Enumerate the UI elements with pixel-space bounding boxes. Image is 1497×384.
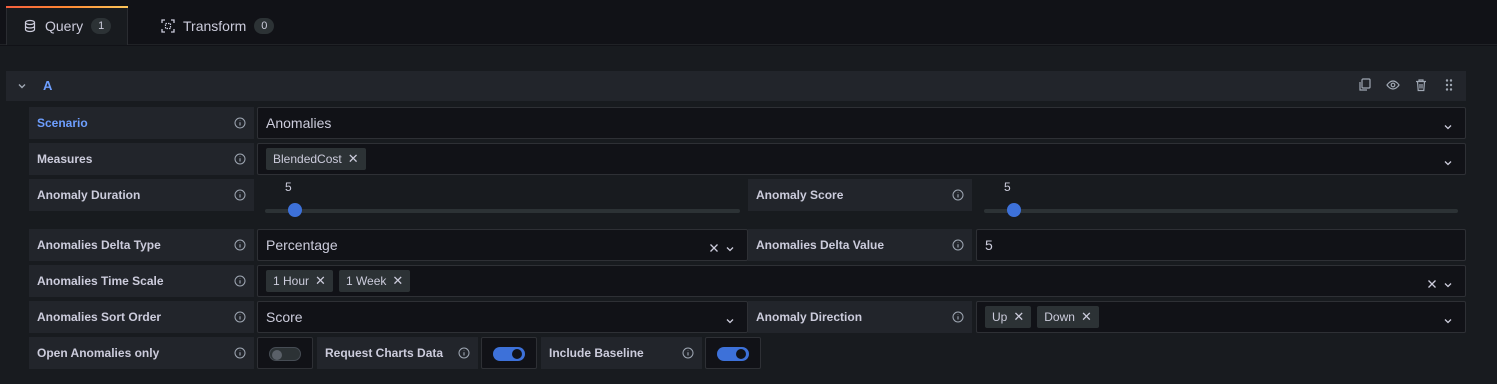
charts-data-label: Request Charts Data <box>317 337 478 369</box>
anomaly-duration-label: Anomaly Duration <box>29 179 254 211</box>
slider-track[interactable] <box>265 209 740 213</box>
slider-thumb[interactable] <box>1007 203 1021 217</box>
sort-order-label: Anomalies Sort Order <box>29 301 254 333</box>
clear-icon[interactable] <box>709 240 719 252</box>
remove-chip-icon[interactable]: ✕ <box>392 273 403 289</box>
measure-chip: BlendedCost ✕ <box>266 148 366 170</box>
open-only-label: Open Anomalies only <box>29 337 254 369</box>
remove-chip-icon[interactable]: ✕ <box>348 151 359 167</box>
info-icon[interactable] <box>234 153 246 165</box>
clear-icon[interactable] <box>1427 276 1437 288</box>
direction-multiselect[interactable]: Up ✕ Down ✕ <box>976 301 1466 333</box>
delta-value-label: Anomalies Delta Value <box>748 229 972 261</box>
info-icon[interactable] <box>682 347 694 359</box>
time-scale-chip: 1 Hour ✕ <box>266 270 333 292</box>
scenario-label: Scenario <box>29 107 254 139</box>
chevron-down-icon <box>1443 277 1453 288</box>
query-row-header: A <box>6 71 1466 101</box>
measures-label: Measures <box>29 143 254 175</box>
remove-chip-icon[interactable]: ✕ <box>315 273 326 289</box>
direction-chip: Down ✕ <box>1037 306 1099 328</box>
include-baseline-label: Include Baseline <box>541 337 702 369</box>
query-ref-id[interactable]: A <box>43 78 52 93</box>
time-scale-label: Anomalies Time Scale <box>29 265 254 297</box>
tab-transform-count: 0 <box>254 17 275 34</box>
drag-handle-icon[interactable] <box>1442 78 1456 92</box>
duplicate-icon[interactable] <box>1358 78 1372 92</box>
delta-type-label: Anomalies Delta Type <box>29 229 254 261</box>
info-icon[interactable] <box>234 275 246 287</box>
anomaly-duration-value: 5 <box>285 180 292 194</box>
measures-multiselect[interactable]: BlendedCost ✕ <box>257 143 1466 175</box>
charts-data-toggle-box <box>481 337 537 369</box>
remove-chip-icon[interactable]: ✕ <box>1081 309 1092 325</box>
transform-icon <box>161 18 175 33</box>
delta-value-input[interactable]: 5 <box>976 229 1466 261</box>
chevron-down-icon <box>1443 119 1453 130</box>
chevron-down-icon <box>725 313 735 324</box>
sort-order-select[interactable]: Score <box>257 301 748 333</box>
open-only-toggle-box <box>257 337 313 369</box>
direction-chip: Up ✕ <box>985 306 1032 328</box>
tab-query-label: Query <box>45 18 84 34</box>
delta-value-text: 5 <box>985 237 993 253</box>
info-icon[interactable] <box>952 311 964 323</box>
database-icon <box>23 19 37 33</box>
include-baseline-toggle[interactable] <box>717 347 749 361</box>
anomaly-score-label: Anomaly Score <box>748 179 972 211</box>
direction-label: Anomaly Direction <box>748 301 972 333</box>
delta-type-value: Percentage <box>266 237 338 253</box>
scenario-value: Anomalies <box>266 115 332 131</box>
slider-thumb[interactable] <box>288 203 302 217</box>
chevron-down-icon[interactable] <box>16 80 28 92</box>
charts-data-toggle[interactable] <box>493 347 525 361</box>
time-scale-chip: 1 Week ✕ <box>338 270 411 292</box>
info-icon[interactable] <box>234 311 246 323</box>
info-icon[interactable] <box>234 239 246 251</box>
info-icon[interactable] <box>234 347 246 359</box>
anomaly-score-slider[interactable]: 5 <box>984 180 1458 224</box>
delta-type-select[interactable]: Percentage <box>257 229 748 261</box>
info-icon[interactable] <box>458 347 470 359</box>
tab-transform[interactable]: Transform 0 <box>145 6 290 45</box>
chevron-down-icon <box>725 241 735 252</box>
info-icon[interactable] <box>234 189 246 201</box>
include-baseline-toggle-box <box>705 337 761 369</box>
eye-icon[interactable] <box>1386 78 1400 92</box>
tab-bar: Query 1 Transform 0 <box>0 0 1497 45</box>
chevron-down-icon <box>1443 313 1453 324</box>
time-scale-multiselect[interactable]: 1 Hour ✕ 1 Week ✕ <box>257 265 1466 297</box>
tab-transform-label: Transform <box>183 17 247 34</box>
info-icon[interactable] <box>952 189 964 201</box>
info-icon[interactable] <box>952 239 964 251</box>
tab-query[interactable]: Query 1 <box>6 6 128 45</box>
slider-track[interactable] <box>984 209 1458 213</box>
remove-chip-icon[interactable]: ✕ <box>1013 309 1024 325</box>
scenario-select[interactable]: Anomalies <box>257 107 1466 139</box>
tab-query-count: 1 <box>91 18 112 34</box>
info-icon[interactable] <box>234 117 246 129</box>
anomaly-duration-slider[interactable]: 5 <box>265 180 740 224</box>
anomaly-score-value: 5 <box>1004 180 1011 194</box>
open-only-toggle[interactable] <box>269 347 301 361</box>
sort-order-value: Score <box>266 309 303 325</box>
trash-icon[interactable] <box>1414 78 1428 92</box>
chevron-down-icon <box>1443 155 1453 166</box>
